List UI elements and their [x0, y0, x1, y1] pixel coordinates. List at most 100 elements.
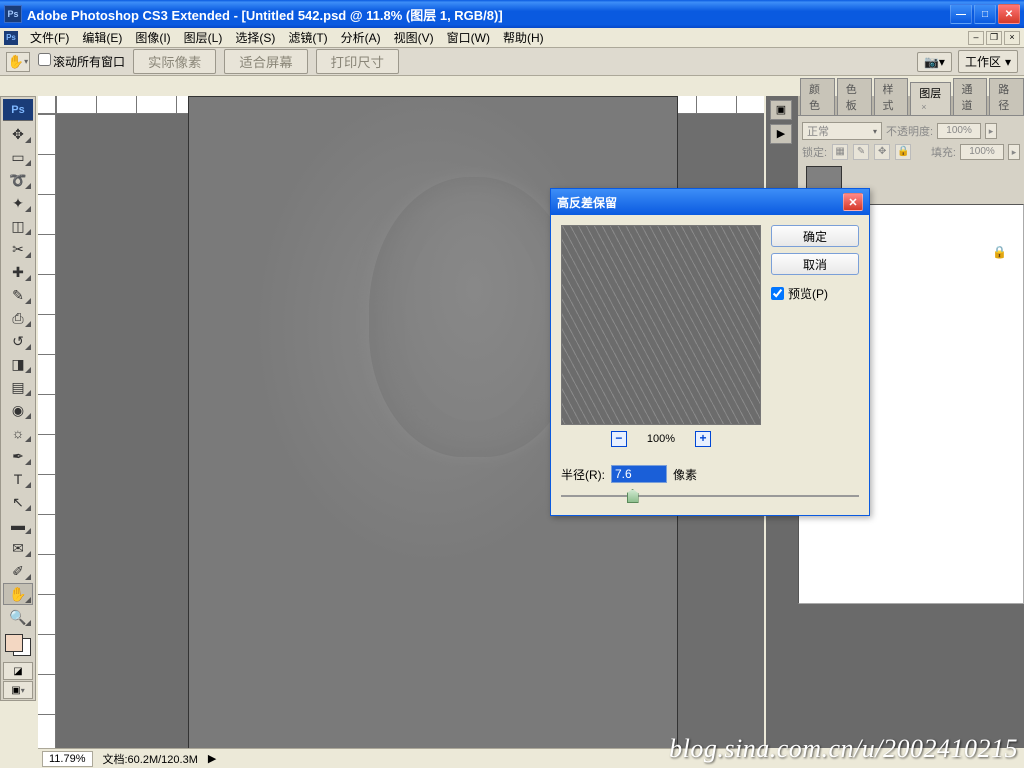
dialog-title: 高反差保留	[557, 194, 617, 211]
opacity-arrow-icon[interactable]: ▸	[985, 123, 997, 139]
mdi-restore-button[interactable]: ❐	[986, 31, 1002, 45]
tool-preset-icon[interactable]: ✋▾	[6, 52, 30, 72]
well-navigator-icon[interactable]: ▣	[770, 100, 792, 120]
menu-layer[interactable]: 图层(L)	[179, 27, 228, 48]
tool-slice[interactable]: ✂	[3, 238, 33, 260]
lock-position-icon[interactable]: ✥	[874, 144, 890, 160]
zoom-out-button[interactable]: −	[611, 431, 627, 447]
tool-eyedrop[interactable]: ✐	[3, 560, 33, 582]
tool-type[interactable]: T	[3, 468, 33, 490]
dialog-preview[interactable]	[561, 225, 761, 425]
well-history-icon[interactable]: ▶	[770, 124, 792, 144]
ok-button[interactable]: 确定	[771, 225, 859, 247]
ruler-corner	[38, 96, 56, 114]
slider-thumb[interactable]	[627, 489, 639, 503]
toolbox: Ps ✥▭➰✦◫✂✚✎⎙↺◨▤◉☼✒T↖▬✉✐✋🔍 ◪ ▣▾	[0, 96, 36, 701]
fill-arrow-icon[interactable]: ▸	[1008, 144, 1020, 160]
menu-view[interactable]: 视图(V)	[389, 27, 439, 48]
doc-icon: Ps	[4, 31, 18, 45]
tool-marquee[interactable]: ▭	[3, 146, 33, 168]
tool-wand[interactable]: ✦	[3, 192, 33, 214]
tool-history[interactable]: ↺	[3, 330, 33, 352]
canvas-content	[369, 177, 579, 457]
lock-buttons: ▦ ✎ ✥ 🔒	[831, 144, 912, 160]
mdi-close-button[interactable]: ×	[1004, 31, 1020, 45]
tool-zoom[interactable]: 🔍	[3, 606, 33, 628]
radius-input[interactable]	[611, 465, 667, 483]
fill-label: 填充:	[931, 144, 956, 160]
radius-slider[interactable]	[561, 487, 859, 505]
dialog-titlebar[interactable]: 高反差保留 ✕	[551, 189, 869, 215]
preview-checkbox[interactable]: 预览(P)	[771, 285, 859, 302]
tab-色板[interactable]: 色板	[837, 78, 872, 115]
tool-stamp[interactable]: ⎙	[3, 307, 33, 329]
lock-pixels-icon[interactable]: ✎	[853, 144, 869, 160]
tab-通道[interactable]: 通道	[953, 78, 988, 115]
status-bar: 11.79% 文档:60.2M/120.3M ▶	[38, 748, 764, 768]
tab-路径[interactable]: 路径	[989, 78, 1024, 115]
actual-pixels-button[interactable]: 实际像素	[133, 49, 216, 74]
tool-move[interactable]: ✥	[3, 123, 33, 145]
window-titlebar: Ps Adobe Photoshop CS3 Extended - [Untit…	[0, 0, 1024, 28]
fit-screen-button[interactable]: 适合屏幕	[224, 49, 307, 74]
tool-notes[interactable]: ✉	[3, 537, 33, 559]
dialog-close-button[interactable]: ✕	[843, 193, 863, 211]
blend-mode-select[interactable]: 正常▾	[802, 122, 882, 140]
menu-filter[interactable]: 滤镜(T)	[283, 27, 332, 48]
panel-tabs: 颜色色板样式图层×通道路径	[798, 96, 1024, 116]
close-button[interactable]: ✕	[998, 4, 1020, 24]
options-bar: ✋▾ 滚动所有窗口 实际像素 适合屏幕 打印尺寸 📷▾ 工作区 ▾	[0, 48, 1024, 76]
menu-analysis[interactable]: 分析(A)	[336, 27, 386, 48]
high-pass-dialog: 高反差保留 ✕ − 100% + 确定 取消 预览(P) 半径(R): 像素	[550, 188, 870, 516]
fill-value[interactable]: 100%	[960, 144, 1004, 160]
menu-help[interactable]: 帮助(H)	[498, 27, 549, 48]
status-doc: 文档:60.2M/120.3M	[103, 751, 198, 767]
status-arrow-icon[interactable]: ▶	[208, 752, 216, 765]
lock-label: 锁定:	[802, 144, 827, 160]
cancel-button[interactable]: 取消	[771, 253, 859, 275]
menu-edit[interactable]: 编辑(E)	[77, 27, 127, 48]
tool-blur[interactable]: ◉	[3, 399, 33, 421]
menu-file[interactable]: 文件(F)	[25, 27, 74, 48]
opacity-label: 不透明度:	[886, 123, 933, 139]
tab-图层[interactable]: 图层×	[910, 82, 950, 115]
radius-unit: 像素	[673, 466, 697, 483]
tool-hand[interactable]: ✋	[3, 583, 33, 605]
tool-heal[interactable]: ✚	[3, 261, 33, 283]
window-title: Adobe Photoshop CS3 Extended - [Untitled…	[27, 5, 503, 24]
panel-well: ▣ ▶	[770, 100, 796, 144]
lock-indicator-icon: 🔒	[992, 245, 1007, 259]
radius-label: 半径(R):	[561, 466, 605, 483]
tool-dodge[interactable]: ☼	[3, 422, 33, 444]
ruler-vertical[interactable]	[38, 114, 56, 748]
mdi-minimize-button[interactable]: –	[968, 31, 984, 45]
tool-brush[interactable]: ✎	[3, 284, 33, 306]
opacity-value[interactable]: 100%	[937, 123, 981, 139]
menu-image[interactable]: 图像(I)	[130, 27, 175, 48]
status-zoom[interactable]: 11.79%	[42, 751, 93, 767]
tool-lasso[interactable]: ➰	[3, 169, 33, 191]
tool-gradient[interactable]: ▤	[3, 376, 33, 398]
lock-all-icon[interactable]: 🔒	[895, 144, 911, 160]
foreground-swatch[interactable]	[5, 634, 23, 652]
zoom-in-button[interactable]: +	[695, 431, 711, 447]
maximize-button[interactable]: □	[974, 4, 996, 24]
quickmask-button[interactable]: ◪	[3, 662, 33, 680]
tool-crop[interactable]: ◫	[3, 215, 33, 237]
workspace-button[interactable]: 工作区 ▾	[958, 50, 1018, 73]
tool-pen[interactable]: ✒	[3, 445, 33, 467]
brushes-icon[interactable]: 📷▾	[917, 52, 952, 72]
tool-eraser[interactable]: ◨	[3, 353, 33, 375]
tool-shape[interactable]: ▬	[3, 514, 33, 536]
minimize-button[interactable]: —	[950, 4, 972, 24]
screenmode-button[interactable]: ▣▾	[3, 681, 33, 699]
tab-样式[interactable]: 样式	[874, 78, 909, 115]
menu-window[interactable]: 窗口(W)	[442, 27, 495, 48]
print-size-button[interactable]: 打印尺寸	[316, 49, 399, 74]
lock-transparent-icon[interactable]: ▦	[832, 144, 848, 160]
scroll-all-checkbox[interactable]: 滚动所有窗口	[38, 53, 125, 70]
menu-select[interactable]: 选择(S)	[230, 27, 280, 48]
tab-颜色[interactable]: 颜色	[800, 78, 835, 115]
tool-path[interactable]: ↖	[3, 491, 33, 513]
color-swatches[interactable]	[3, 632, 33, 658]
